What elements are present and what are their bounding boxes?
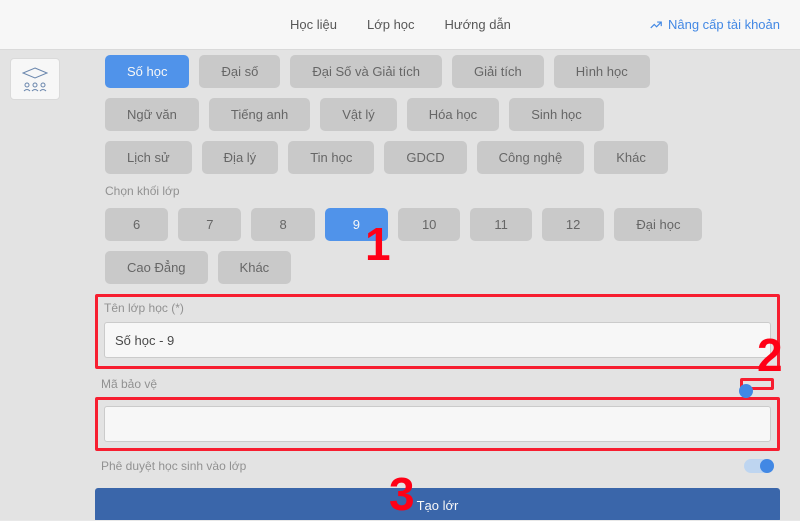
grade-section-label: Chọn khối lớp xyxy=(105,184,780,198)
upgrade-account-link[interactable]: Nâng cấp tài khoản xyxy=(649,17,780,32)
grade-row-1: 6 7 8 9 10 11 12 Đại học xyxy=(95,208,780,241)
create-class-button[interactable]: Tạo lớr xyxy=(95,488,780,520)
subject-hinh-hoc[interactable]: Hình học xyxy=(554,55,650,88)
nav-center: Học liệu Lớp học Hướng dẫn xyxy=(290,17,511,32)
trend-up-icon xyxy=(649,18,663,32)
grade-khac[interactable]: Khác xyxy=(218,251,292,284)
subject-lich-su[interactable]: Lịch sử xyxy=(105,141,192,174)
subject-cong-nghe[interactable]: Công nghệ xyxy=(477,141,585,174)
approve-row: Phê duyệt học sinh vào lớp xyxy=(101,459,774,473)
subject-sinh-hoc[interactable]: Sinh học xyxy=(509,98,604,131)
code-input[interactable] xyxy=(104,406,771,442)
subject-tin-hoc[interactable]: Tin học xyxy=(288,141,374,174)
graduation-cap-icon xyxy=(22,67,48,81)
subject-giai-tich[interactable]: Giải tích xyxy=(452,55,544,88)
nav-lop-hoc[interactable]: Lớp học xyxy=(367,17,415,32)
grade-dai-hoc[interactable]: Đại học xyxy=(614,208,702,241)
subject-tieng-anh[interactable]: Tiếng anh xyxy=(209,98,310,131)
main-content: Số học Đại số Đại Số và Giải tích Giải t… xyxy=(95,55,800,520)
sidebar-education-icon[interactable] xyxy=(10,58,60,100)
top-navbar: Học liệu Lớp học Hướng dẫn Nâng cấp tài … xyxy=(0,0,800,50)
annotation-box-1: Tên lớp học (*) xyxy=(95,294,780,369)
subject-row-3: Lịch sử Địa lý Tin học GDCD Công nghệ Kh… xyxy=(95,141,780,174)
people-icon xyxy=(22,82,48,92)
subject-dai-so-giai-tich[interactable]: Đại Số và Giải tích xyxy=(290,55,442,88)
code-label: Mã bảo vệ xyxy=(101,377,740,391)
annotation-box-2 xyxy=(740,378,774,390)
approve-label: Phê duyệt học sinh vào lớp xyxy=(101,459,744,473)
code-label-row: Mã bảo vệ xyxy=(101,377,774,391)
class-name-label: Tên lớp học (*) xyxy=(104,301,771,315)
subject-gdcd[interactable]: GDCD xyxy=(384,141,466,174)
grade-row-2: Cao Đẳng Khác xyxy=(95,251,780,284)
grade-cao-dang[interactable]: Cao Đẳng xyxy=(105,251,208,284)
grade-6[interactable]: 6 xyxy=(105,208,168,241)
subject-row-1: Số học Đại số Đại Số và Giải tích Giải t… xyxy=(95,55,780,88)
toggle-knob xyxy=(739,384,753,398)
approve-toggle[interactable] xyxy=(744,459,774,473)
subject-vat-ly[interactable]: Vật lý xyxy=(320,98,397,131)
subject-hoa-hoc[interactable]: Hóa học xyxy=(407,98,499,131)
subject-ngu-van[interactable]: Ngữ văn xyxy=(105,98,199,131)
grade-10[interactable]: 10 xyxy=(398,208,460,241)
grade-12[interactable]: 12 xyxy=(542,208,604,241)
subject-khac[interactable]: Khác xyxy=(594,141,668,174)
nav-huong-dan[interactable]: Hướng dẫn xyxy=(445,17,511,32)
class-name-input[interactable] xyxy=(104,322,771,358)
subject-row-2: Ngữ văn Tiếng anh Vật lý Hóa học Sinh họ… xyxy=(95,98,780,131)
subject-dia-ly[interactable]: Địa lý xyxy=(202,141,279,174)
subject-so-hoc[interactable]: Số học xyxy=(105,55,189,88)
grade-8[interactable]: 8 xyxy=(251,208,314,241)
subject-dai-so[interactable]: Đại số xyxy=(199,55,280,88)
nav-hoc-lieu[interactable]: Học liệu xyxy=(290,17,337,32)
upgrade-text: Nâng cấp tài khoản xyxy=(668,17,780,32)
annotation-box-2b xyxy=(95,397,780,451)
grade-9[interactable]: 9 xyxy=(325,208,388,241)
grade-11[interactable]: 11 xyxy=(470,208,532,241)
toggle-knob-2 xyxy=(760,459,774,473)
grade-7[interactable]: 7 xyxy=(178,208,241,241)
